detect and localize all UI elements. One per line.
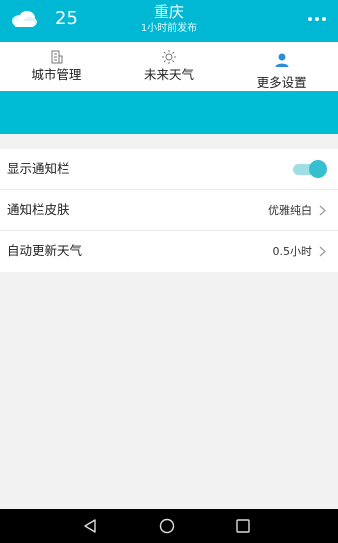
more-dot	[308, 17, 312, 21]
chevron-right-icon	[319, 205, 326, 216]
chevron-right-icon	[319, 246, 326, 257]
back-icon[interactable]	[81, 517, 99, 535]
system-nav-bar	[0, 509, 338, 543]
tab-label: 未来天气	[144, 67, 195, 82]
home-icon[interactable]	[158, 517, 176, 535]
more-dot	[315, 17, 319, 21]
settings-list: 显示通知栏 通知栏皮肤 优雅纯白 自动更新天气 0.5小时	[0, 149, 338, 272]
notification-toggle[interactable]	[293, 160, 327, 178]
city-name: 重庆	[153, 3, 184, 21]
setting-row-auto-update[interactable]: 自动更新天气 0.5小时	[0, 231, 338, 272]
tab-label: 更多设置	[256, 75, 307, 90]
tab-future-weather[interactable]: 未来天气	[113, 42, 226, 91]
setting-row-skin[interactable]: 通知栏皮肤 优雅纯白	[0, 190, 338, 231]
setting-value: 0.5小时	[272, 245, 313, 258]
setting-row-notification-bar[interactable]: 显示通知栏	[0, 149, 338, 190]
more-icon[interactable]	[306, 12, 328, 26]
setting-label: 通知栏皮肤	[7, 202, 70, 217]
tab-more-settings[interactable]: 更多设置	[225, 42, 338, 91]
title-block: 重庆 1小时前发布	[0, 3, 338, 36]
setting-label: 显示通知栏	[7, 161, 70, 176]
building-icon	[51, 50, 63, 64]
sun-icon	[162, 50, 176, 64]
setting-label: 自动更新天气	[7, 243, 83, 258]
update-time: 1小时前发布	[140, 23, 198, 34]
setting-value: 优雅纯白	[268, 204, 312, 217]
user-icon	[275, 53, 289, 67]
tab-city-management[interactable]: 城市管理	[0, 42, 113, 91]
top-bar: 25 重庆 1小时前发布	[0, 0, 338, 42]
more-dot	[322, 17, 326, 21]
tab-label: 城市管理	[31, 67, 82, 82]
toggle-knob	[309, 160, 327, 178]
recents-icon[interactable]	[234, 517, 252, 535]
banner	[0, 91, 338, 134]
tab-bar: 城市管理 未来天气 更多设置	[0, 42, 338, 91]
